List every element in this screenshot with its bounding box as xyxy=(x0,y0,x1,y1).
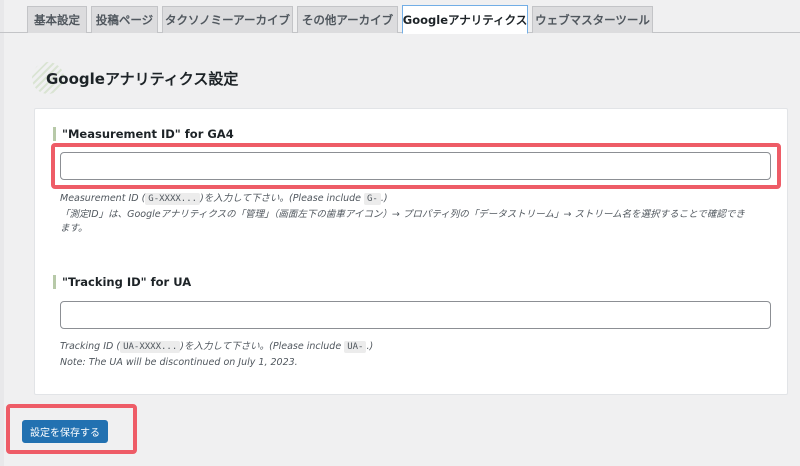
left-edge xyxy=(0,0,4,466)
ua-code-prefix: UA- xyxy=(344,341,367,353)
ua-field-label: "Tracking ID" for UA xyxy=(53,275,191,289)
ga4-code-sample: G-XXXX... xyxy=(145,193,201,205)
tab-taxonomy-archive[interactable]: タクソノミーアーカイブ xyxy=(162,6,293,33)
ua-description: Tracking ID (UA-XXXX...)を入力して下さい。(Please… xyxy=(60,341,374,353)
tab-google-analytics[interactable]: Googleアナリティクス xyxy=(402,5,528,34)
tab-basic-settings[interactable]: 基本設定 xyxy=(27,6,87,33)
section-heading: Googleアナリティクス設定 xyxy=(32,62,239,94)
settings-tabs: 基本設定 投稿ページ タクソノミーアーカイブ その他アーカイブ Googleアナ… xyxy=(0,0,800,34)
save-settings-button[interactable]: 設定を保存する xyxy=(22,420,108,443)
ga4-help-text-cont: ます。 xyxy=(60,223,88,234)
measurement-id-input[interactable] xyxy=(60,152,771,180)
tab-post-page[interactable]: 投稿ページ xyxy=(91,6,158,33)
tab-other-archive[interactable]: その他アーカイブ xyxy=(297,6,398,33)
tracking-id-input[interactable] xyxy=(60,301,771,329)
ua-note: Note: The UA will be discontinued on Jul… xyxy=(60,357,298,368)
ga4-code-prefix: G- xyxy=(364,193,381,205)
ua-code-sample: UA-XXXX... xyxy=(120,341,181,353)
ga4-field-label: "Measurement ID" for GA4 xyxy=(53,127,234,141)
section-title: Googleアナリティクス設定 xyxy=(46,69,239,88)
tab-webmaster-tools[interactable]: ウェブマスターツール xyxy=(532,6,653,33)
ga4-description: Measurement ID (G-XXXX...)を入力して下さい。(Plea… xyxy=(60,193,388,205)
ga4-help-text: 「測定ID」は、Googleアナリティクスの「管理」（画面左下の歯車アイコン）→… xyxy=(60,209,745,220)
